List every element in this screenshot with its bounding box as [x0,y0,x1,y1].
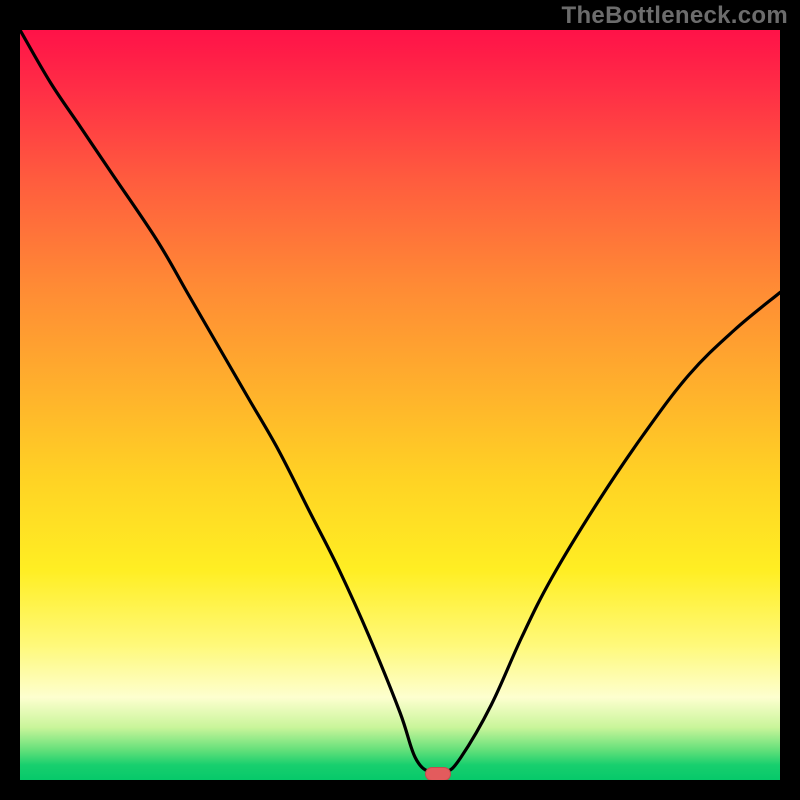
plot-area [20,30,780,780]
bottleneck-curve [20,30,780,780]
chart-frame: TheBottleneck.com [0,0,800,800]
optimal-marker [425,767,451,780]
watermark-text: TheBottleneck.com [562,2,788,30]
